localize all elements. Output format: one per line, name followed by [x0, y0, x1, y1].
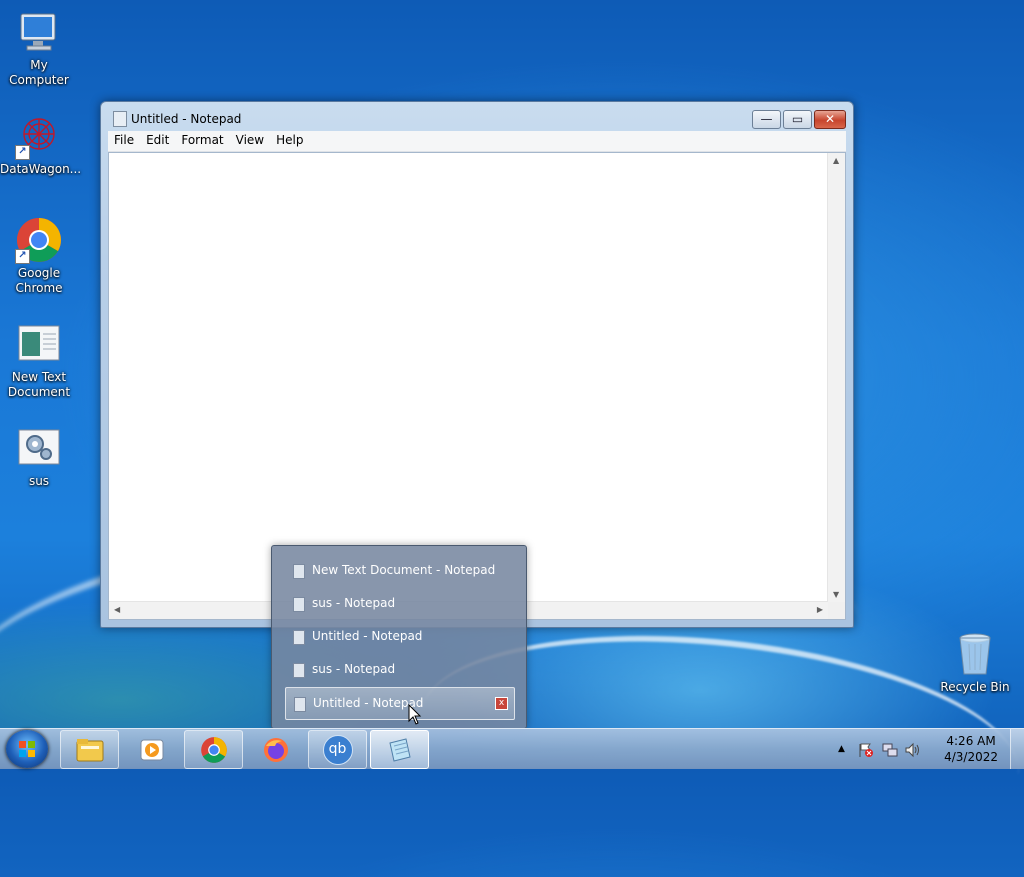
resize-grip[interactable]	[828, 602, 845, 619]
window-list-item[interactable]: New Text Document - Notepad	[285, 555, 513, 586]
window-list-item-hovered[interactable]: Untitled - Notepad x	[285, 687, 515, 720]
taskbar-window-list: New Text Document - Notepad sus - Notepa…	[271, 545, 527, 729]
desktop-icon-my-computer[interactable]: My Computer	[0, 8, 78, 88]
desktop-icon-label: sus	[28, 474, 50, 488]
window-title: Untitled - Notepad	[131, 112, 242, 126]
clock[interactable]: 4:26 AM 4/3/2022	[944, 733, 998, 765]
desktop-icon-new-text-document[interactable]: New Text Document	[0, 320, 78, 400]
shortcut-arrow-icon: ↗	[15, 145, 30, 160]
datawagon-icon: ↗	[15, 112, 63, 160]
show-desktop-button[interactable]	[1010, 729, 1024, 769]
taskbar-chrome-button[interactable]	[184, 730, 243, 769]
desktop-icon-label: New Text Document	[7, 370, 71, 399]
desktop-icon-recycle-bin[interactable]: Recycle Bin	[936, 630, 1014, 695]
windows-explorer-icon	[76, 738, 103, 761]
taskbar-qbittorrent-button[interactable]: qb	[308, 730, 367, 769]
notepad-icon	[293, 630, 305, 645]
window-list-item[interactable]: Untitled - Notepad	[285, 621, 513, 652]
menu-edit[interactable]: Edit	[140, 131, 175, 147]
taskbar-media-player-button[interactable]	[122, 730, 181, 769]
volume-icon[interactable]	[904, 742, 920, 758]
menu-format[interactable]: Format	[175, 131, 229, 147]
menu-bar: File Edit Format View Help	[108, 131, 846, 152]
action-center-flag-icon[interactable]	[858, 742, 874, 758]
window-list-item-label: Untitled - Notepad	[313, 696, 424, 710]
window-list-item-label: New Text Document - Notepad	[312, 563, 496, 577]
notepad-icon	[113, 111, 127, 127]
chrome-icon	[200, 736, 227, 763]
media-player-icon	[140, 739, 163, 760]
window-list-item[interactable]: sus - Notepad	[285, 588, 513, 619]
minimize-icon: —	[760, 112, 773, 126]
scroll-down-icon[interactable]: ▼	[833, 590, 839, 599]
caption-buttons: — ▭ ✕	[750, 110, 846, 129]
desktop-icon-label: My Computer	[9, 58, 69, 87]
show-hidden-icons-button[interactable]: ▲	[838, 744, 845, 754]
window-list-item[interactable]: sus - Notepad	[285, 654, 513, 685]
desktop-icon-label: DataWagon...	[0, 162, 82, 176]
text-document-icon	[15, 320, 63, 368]
scroll-left-icon[interactable]: ◀	[114, 605, 120, 614]
firefox-icon	[263, 737, 288, 762]
notepad-icon	[293, 597, 305, 612]
chrome-icon: ↗	[15, 216, 63, 264]
menu-view[interactable]: View	[230, 131, 270, 147]
desktop-icon-google-chrome[interactable]: ↗ Google Chrome	[0, 216, 78, 296]
notepad-icon	[388, 737, 411, 762]
window-list-item-label: Untitled - Notepad	[312, 629, 423, 643]
vertical-scrollbar[interactable]: ▲ ▼	[827, 153, 845, 602]
menu-help[interactable]: Help	[270, 131, 309, 147]
close-icon: ✕	[824, 112, 836, 126]
maximize-icon: ▭	[791, 112, 804, 126]
close-button[interactable]: ✕	[814, 110, 846, 129]
desktop-icon-label: Google Chrome	[15, 266, 63, 295]
shortcut-arrow-icon: ↗	[15, 249, 30, 264]
window-titlebar[interactable]: Untitled - Notepad — ▭ ✕	[101, 102, 853, 130]
notepad-icon	[294, 697, 306, 712]
scroll-right-icon[interactable]: ▶	[817, 605, 823, 614]
menu-file[interactable]: File	[108, 131, 140, 147]
settings-file-icon	[15, 424, 63, 472]
start-button[interactable]	[6, 730, 48, 768]
window-list-item-label: sus - Notepad	[312, 596, 396, 610]
maximize-button[interactable]: ▭	[783, 110, 812, 129]
clock-time: 4:26 AM	[946, 734, 996, 748]
clock-date: 4/3/2022	[944, 750, 998, 764]
desktop-icon-label: Recycle Bin	[940, 680, 1010, 694]
taskbar-explorer-button[interactable]	[60, 730, 119, 769]
windows-logo-icon	[19, 741, 35, 757]
notepad-icon	[293, 663, 305, 678]
scroll-up-icon[interactable]: ▲	[833, 156, 839, 165]
system-tray: ▲ 4:26 AM 4/3/2022	[834, 729, 1024, 769]
qbittorrent-icon: qb	[322, 734, 353, 765]
window-list-item-label: sus - Notepad	[312, 662, 396, 676]
desktop-icon-datawagon[interactable]: ↗ DataWagon...	[0, 112, 82, 177]
taskbar-firefox-button[interactable]	[246, 730, 305, 769]
taskbar-notepad-button[interactable]	[370, 730, 429, 769]
notepad-icon	[293, 564, 305, 579]
minimize-button[interactable]: —	[752, 110, 781, 129]
taskbar: qb ▲ 4:26 AM 4/3/2022	[0, 728, 1024, 769]
computer-icon	[15, 8, 63, 56]
close-window-icon[interactable]: x	[495, 697, 508, 710]
recycle-bin-icon	[951, 630, 999, 678]
network-icon[interactable]	[882, 742, 898, 758]
desktop-icon-sus[interactable]: sus	[0, 424, 78, 489]
